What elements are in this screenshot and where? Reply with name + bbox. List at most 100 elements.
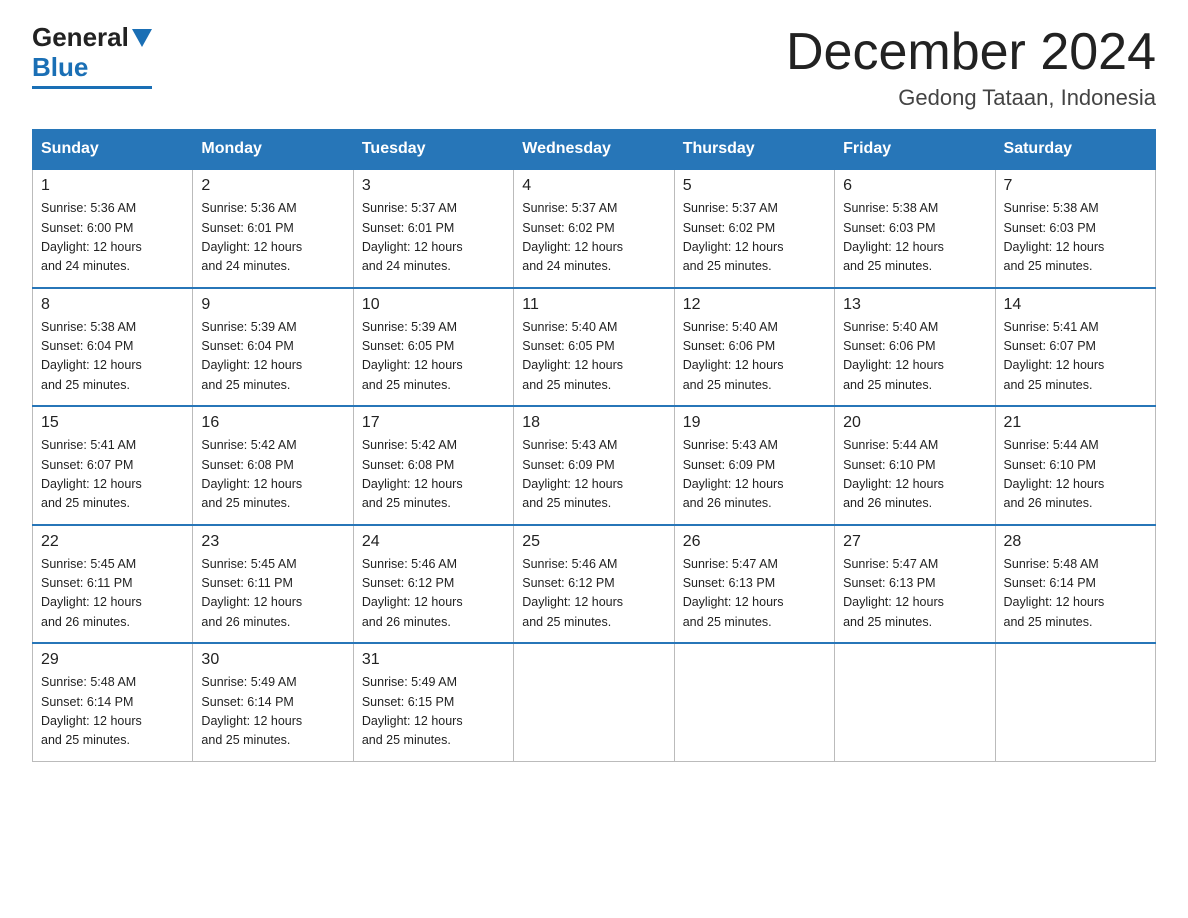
day-info: Sunrise: 5:37 AMSunset: 6:01 PMDaylight:… (362, 199, 505, 277)
day-info: Sunrise: 5:47 AMSunset: 6:13 PMDaylight:… (683, 555, 826, 633)
day-info: Sunrise: 5:36 AMSunset: 6:00 PMDaylight:… (41, 199, 184, 277)
table-row: 9Sunrise: 5:39 AMSunset: 6:04 PMDaylight… (193, 288, 353, 407)
day-number: 15 (41, 414, 184, 432)
day-number: 30 (201, 651, 344, 669)
table-row: 6 Sunrise: 5:38 AMSunset: 6:03 PMDaylight… (835, 169, 995, 288)
day-info: Sunrise: 5:38 AMSunset: 6:03 PMDaylight:… (843, 199, 986, 277)
day-number: 13 (843, 296, 986, 314)
col-monday: Monday (193, 130, 353, 170)
day-number: 16 (201, 414, 344, 432)
table-row: 22 Sunrise: 5:45 AMSunset: 6:11 PMDayligh… (33, 525, 193, 644)
day-number: 8 (41, 296, 184, 314)
day-info: Sunrise: 5:38 AMSunset: 6:03 PMDaylight:… (1004, 199, 1147, 277)
table-row: 31 Sunrise: 5:49 AMSunset: 6:15 PMDayligh… (353, 643, 513, 761)
table-row: 25 Sunrise: 5:46 AMSunset: 6:12 PMDayligh… (514, 525, 674, 644)
calendar-table: Sunday Monday Tuesday Wednesday Thursday… (32, 129, 1156, 762)
day-info: Sunrise: 5:37 AMSunset: 6:02 PMDaylight:… (683, 199, 826, 277)
day-number: 7 (1004, 177, 1147, 195)
day-number: 27 (843, 533, 986, 551)
day-number: 31 (362, 651, 505, 669)
table-row: 8 Sunrise: 5:38 AMSunset: 6:04 PMDaylight… (33, 288, 193, 407)
table-row: 1 Sunrise: 5:36 AMSunset: 6:00 PMDaylight… (33, 169, 193, 288)
table-row (835, 643, 995, 761)
day-number: 25 (522, 533, 665, 551)
day-number: 5 (683, 177, 826, 195)
day-number: 4 (522, 177, 665, 195)
day-info: Sunrise: 5:41 AMSunset: 6:07 PMDaylight:… (41, 436, 184, 514)
table-row: 19 Sunrise: 5:43 AMSunset: 6:09 PMDayligh… (674, 406, 834, 525)
location-subtitle: Gedong Tataan, Indonesia (786, 85, 1156, 111)
day-number: 20 (843, 414, 986, 432)
day-number: 6 (843, 177, 986, 195)
table-row: 18Sunrise: 5:43 AMSunset: 6:09 PMDayligh… (514, 406, 674, 525)
day-info: Sunrise: 5:45 AMSunset: 6:11 PMDaylight:… (41, 555, 184, 633)
table-row: 14Sunrise: 5:41 AMSunset: 6:07 PMDayligh… (995, 288, 1155, 407)
table-row: 10 Sunrise: 5:39 AMSunset: 6:05 PMDayligh… (353, 288, 513, 407)
day-info: Sunrise: 5:37 AMSunset: 6:02 PMDaylight:… (522, 199, 665, 277)
day-number: 17 (362, 414, 505, 432)
day-number: 22 (41, 533, 184, 551)
table-row: 12 Sunrise: 5:40 AMSunset: 6:06 PMDayligh… (674, 288, 834, 407)
table-row: 29 Sunrise: 5:48 AMSunset: 6:14 PMDayligh… (33, 643, 193, 761)
col-sunday: Sunday (33, 130, 193, 170)
day-number: 11 (522, 296, 665, 314)
table-row: 30 Sunrise: 5:49 AMSunset: 6:14 PMDayligh… (193, 643, 353, 761)
day-info: Sunrise: 5:43 AMSunset: 6:09 PMDaylight:… (683, 436, 826, 514)
day-number: 24 (362, 533, 505, 551)
table-row: 23Sunrise: 5:45 AMSunset: 6:11 PMDayligh… (193, 525, 353, 644)
day-number: 1 (41, 177, 184, 195)
table-row (514, 643, 674, 761)
day-info: Sunrise: 5:46 AMSunset: 6:12 PMDaylight:… (522, 555, 665, 633)
day-info: Sunrise: 5:47 AMSunset: 6:13 PMDaylight:… (843, 555, 986, 633)
day-info: Sunrise: 5:40 AMSunset: 6:05 PMDaylight:… (522, 318, 665, 396)
page-header: General Blue December 2024 Gedong Tataan… (32, 24, 1156, 111)
col-tuesday: Tuesday (353, 130, 513, 170)
day-info: Sunrise: 5:42 AMSunset: 6:08 PMDaylight:… (201, 436, 344, 514)
day-info: Sunrise: 5:49 AMSunset: 6:14 PMDaylight:… (201, 673, 344, 751)
day-number: 14 (1004, 296, 1147, 314)
table-row: 5 Sunrise: 5:37 AMSunset: 6:02 PMDaylight… (674, 169, 834, 288)
logo: General Blue (32, 24, 152, 89)
table-row: 26Sunrise: 5:47 AMSunset: 6:13 PMDayligh… (674, 525, 834, 644)
table-row: 17 Sunrise: 5:42 AMSunset: 6:08 PMDayligh… (353, 406, 513, 525)
day-info: Sunrise: 5:39 AMSunset: 6:05 PMDaylight:… (362, 318, 505, 396)
col-friday: Friday (835, 130, 995, 170)
calendar-header-row: Sunday Monday Tuesday Wednesday Thursday… (33, 130, 1156, 170)
day-number: 21 (1004, 414, 1147, 432)
day-info: Sunrise: 5:44 AMSunset: 6:10 PMDaylight:… (1004, 436, 1147, 514)
day-info: Sunrise: 5:49 AMSunset: 6:15 PMDaylight:… (362, 673, 505, 751)
logo-underline (32, 86, 152, 89)
day-info: Sunrise: 5:38 AMSunset: 6:04 PMDaylight:… (41, 318, 184, 396)
table-row: 15 Sunrise: 5:41 AMSunset: 6:07 PMDayligh… (33, 406, 193, 525)
month-year-title: December 2024 (786, 24, 1156, 81)
table-row: 28Sunrise: 5:48 AMSunset: 6:14 PMDayligh… (995, 525, 1155, 644)
calendar-week-row: 1 Sunrise: 5:36 AMSunset: 6:00 PMDaylight… (33, 169, 1156, 288)
day-info: Sunrise: 5:42 AMSunset: 6:08 PMDaylight:… (362, 436, 505, 514)
table-row: 7 Sunrise: 5:38 AMSunset: 6:03 PMDaylight… (995, 169, 1155, 288)
day-info: Sunrise: 5:36 AMSunset: 6:01 PMDaylight:… (201, 199, 344, 277)
day-number: 29 (41, 651, 184, 669)
day-number: 10 (362, 296, 505, 314)
day-number: 19 (683, 414, 826, 432)
table-row: 11 Sunrise: 5:40 AMSunset: 6:05 PMDayligh… (514, 288, 674, 407)
day-number: 9 (201, 296, 344, 314)
day-info: Sunrise: 5:44 AMSunset: 6:10 PMDaylight:… (843, 436, 986, 514)
logo-blue-text: Blue (32, 52, 88, 83)
day-info: Sunrise: 5:40 AMSunset: 6:06 PMDaylight:… (843, 318, 986, 396)
day-number: 18 (522, 414, 665, 432)
day-info: Sunrise: 5:45 AMSunset: 6:11 PMDaylight:… (201, 555, 344, 633)
calendar-week-row: 22 Sunrise: 5:45 AMSunset: 6:11 PMDayligh… (33, 525, 1156, 644)
day-number: 12 (683, 296, 826, 314)
logo-general-text: General (32, 24, 129, 50)
logo-triangle-icon (132, 29, 152, 47)
day-info: Sunrise: 5:40 AMSunset: 6:06 PMDaylight:… (683, 318, 826, 396)
day-info: Sunrise: 5:48 AMSunset: 6:14 PMDaylight:… (1004, 555, 1147, 633)
table-row: 20 Sunrise: 5:44 AMSunset: 6:10 PMDayligh… (835, 406, 995, 525)
table-row: 13 Sunrise: 5:40 AMSunset: 6:06 PMDayligh… (835, 288, 995, 407)
calendar-title-block: December 2024 Gedong Tataan, Indonesia (786, 24, 1156, 111)
day-number: 2 (201, 177, 344, 195)
day-info: Sunrise: 5:48 AMSunset: 6:14 PMDaylight:… (41, 673, 184, 751)
table-row: 4 Sunrise: 5:37 AMSunset: 6:02 PMDaylight… (514, 169, 674, 288)
col-thursday: Thursday (674, 130, 834, 170)
table-row: 21 Sunrise: 5:44 AMSunset: 6:10 PMDayligh… (995, 406, 1155, 525)
